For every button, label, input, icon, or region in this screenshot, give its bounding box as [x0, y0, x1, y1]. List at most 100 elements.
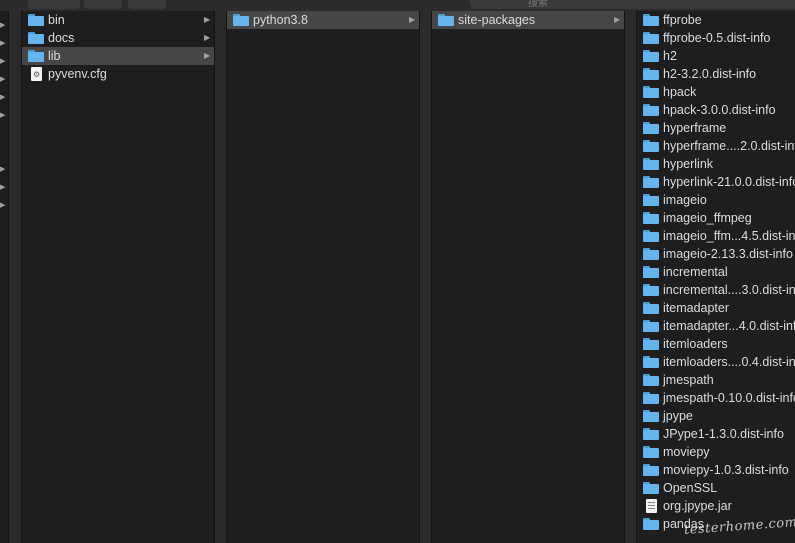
list-item[interactable]: moviepy-1.0.3.dist-info — [637, 461, 795, 479]
list-item[interactable]: hpack — [637, 83, 795, 101]
list-item[interactable]: org.jpype.jar — [637, 497, 795, 515]
column-venv: bin ▶ docs ▶ lib ▶ ⚙ pyvenv.cfg — [22, 11, 214, 543]
item-label: hyperlink-21.0.0.dist-info — [663, 175, 795, 189]
list-item[interactable]: jmespath — [637, 371, 795, 389]
folder-icon — [643, 374, 659, 386]
item-label: bin — [48, 13, 65, 27]
folder-icon — [643, 212, 659, 224]
list-item[interactable]: imageio-2.13.3.dist-info — [637, 245, 795, 263]
column-divider[interactable] — [8, 11, 22, 543]
folder-icon — [643, 194, 659, 206]
action-button[interactable] — [28, 0, 80, 9]
list-item[interactable]: imageio_ffm...4.5.dist-info — [637, 227, 795, 245]
chevron-right-icon: ▶ — [614, 15, 621, 24]
item-label: h2-3.2.0.dist-info — [663, 67, 757, 81]
list-item[interactable]: hyperframe — [637, 119, 795, 137]
folder-icon — [643, 86, 659, 98]
list-item[interactable]: incremental....3.0.dist-info — [637, 281, 795, 299]
column-divider[interactable] — [419, 11, 432, 543]
list-item[interactable]: itemloaders — [637, 335, 795, 353]
folder-icon — [643, 482, 659, 494]
list-item[interactable]: ffprobe-0.5.dist-info — [637, 29, 795, 47]
item-label: imageio-2.13.3.dist-info — [663, 247, 793, 261]
item-label: jpype — [663, 409, 693, 423]
item-label: hyperlink — [663, 157, 714, 171]
list-item[interactable]: h2-3.2.0.dist-info — [637, 65, 795, 83]
folder-icon — [643, 320, 659, 332]
item-label: org.jpype.jar — [663, 499, 732, 513]
item-label: incremental....3.0.dist-info — [663, 283, 795, 297]
chevron-right-icon: ▶ — [204, 51, 211, 60]
item-label: JPype1-1.3.0.dist-info — [663, 427, 784, 441]
item-label: hyperframe....2.0.dist-info — [663, 139, 795, 153]
item-label: itemadapter — [663, 301, 730, 315]
item-label: pyvenv.cfg — [48, 67, 107, 81]
column-divider[interactable] — [624, 11, 637, 543]
folder-icon — [643, 14, 659, 26]
item-label: moviepy-1.0.3.dist-info — [663, 463, 789, 477]
list-item[interactable]: ffprobe — [637, 11, 795, 29]
list-item[interactable]: hyperlink-21.0.0.dist-info — [637, 173, 795, 191]
item-label: jmespath — [663, 373, 714, 387]
list-item[interactable]: OpenSSL — [637, 479, 795, 497]
item-label: hyperframe — [663, 121, 727, 135]
folder-icon — [643, 50, 659, 62]
folder-icon — [643, 68, 659, 80]
folder-icon — [643, 158, 659, 170]
folder-icon — [643, 248, 659, 260]
column-lib: python3.8 ▶ — [227, 11, 419, 543]
folder-icon — [643, 104, 659, 116]
list-item[interactable]: itemloaders....0.4.dist-info — [637, 353, 795, 371]
list-item-pyvenv-cfg[interactable]: ⚙ pyvenv.cfg — [22, 65, 214, 83]
folder-icon — [28, 14, 44, 26]
folder-icon — [643, 428, 659, 440]
folder-icon — [643, 518, 659, 530]
item-label: site-packages — [458, 13, 536, 27]
tags-button[interactable] — [128, 0, 166, 9]
share-button[interactable] — [84, 0, 122, 9]
list-item-python3-8[interactable]: python3.8 ▶ — [227, 11, 419, 29]
finder-toolbar: 搜索 — [0, 0, 795, 11]
list-item[interactable]: imageio — [637, 191, 795, 209]
list-item[interactable]: hyperframe....2.0.dist-info — [637, 137, 795, 155]
list-item[interactable]: jpype — [637, 407, 795, 425]
folder-icon — [643, 230, 659, 242]
search-input[interactable]: 搜索 — [470, 0, 795, 9]
list-item-site-packages[interactable]: site-packages ▶ — [432, 11, 624, 29]
list-item-lib[interactable]: lib ▶ — [22, 47, 214, 65]
item-label: ffprobe — [663, 13, 702, 27]
config-file-icon: ⚙ — [31, 67, 42, 81]
chevron-right-icon: ▶ — [204, 33, 211, 42]
folder-icon — [643, 176, 659, 188]
list-item[interactable]: JPype1-1.3.0.dist-info — [637, 425, 795, 443]
list-item[interactable]: moviepy — [637, 443, 795, 461]
chevron-right-icon: ▶ — [0, 76, 6, 83]
item-label: hpack — [663, 85, 697, 99]
jar-file-icon — [646, 499, 657, 513]
list-item-bin[interactable]: bin ▶ — [22, 11, 214, 29]
list-item-docs[interactable]: docs ▶ — [22, 29, 214, 47]
folder-icon — [643, 32, 659, 44]
list-item[interactable]: hpack-3.0.0.dist-info — [637, 101, 795, 119]
list-item[interactable]: hyperlink — [637, 155, 795, 173]
chevron-right-icon: ▶ — [0, 94, 6, 101]
chevron-right-icon: ▶ — [0, 22, 6, 29]
item-label: itemloaders....0.4.dist-info — [663, 355, 795, 369]
column-python3-8: site-packages ▶ — [432, 11, 624, 543]
list-item[interactable]: incremental — [637, 263, 795, 281]
item-label: imageio_ffmpeg — [663, 211, 752, 225]
list-item[interactable]: h2 — [637, 47, 795, 65]
folder-icon — [643, 302, 659, 314]
column-site-packages: ffprobe ffprobe-0.5.dist-info h2 h2-3.2.… — [637, 11, 795, 543]
list-item[interactable]: itemadapter...4.0.dist-info — [637, 317, 795, 335]
item-label: moviepy — [663, 445, 710, 459]
column-divider[interactable] — [214, 11, 227, 543]
chevron-right-icon: ▶ — [0, 166, 6, 173]
folder-icon — [643, 140, 659, 152]
list-item[interactable]: imageio_ffmpeg — [637, 209, 795, 227]
folder-icon — [233, 14, 249, 26]
list-item[interactable]: itemadapter — [637, 299, 795, 317]
previous-column-edge: ▶ ▶ ▶ ▶ ▶ ▶ ▶ ▶ ▶ — [0, 11, 8, 543]
item-label: imageio_ffm...4.5.dist-info — [663, 229, 795, 243]
list-item[interactable]: jmespath-0.10.0.dist-info — [637, 389, 795, 407]
